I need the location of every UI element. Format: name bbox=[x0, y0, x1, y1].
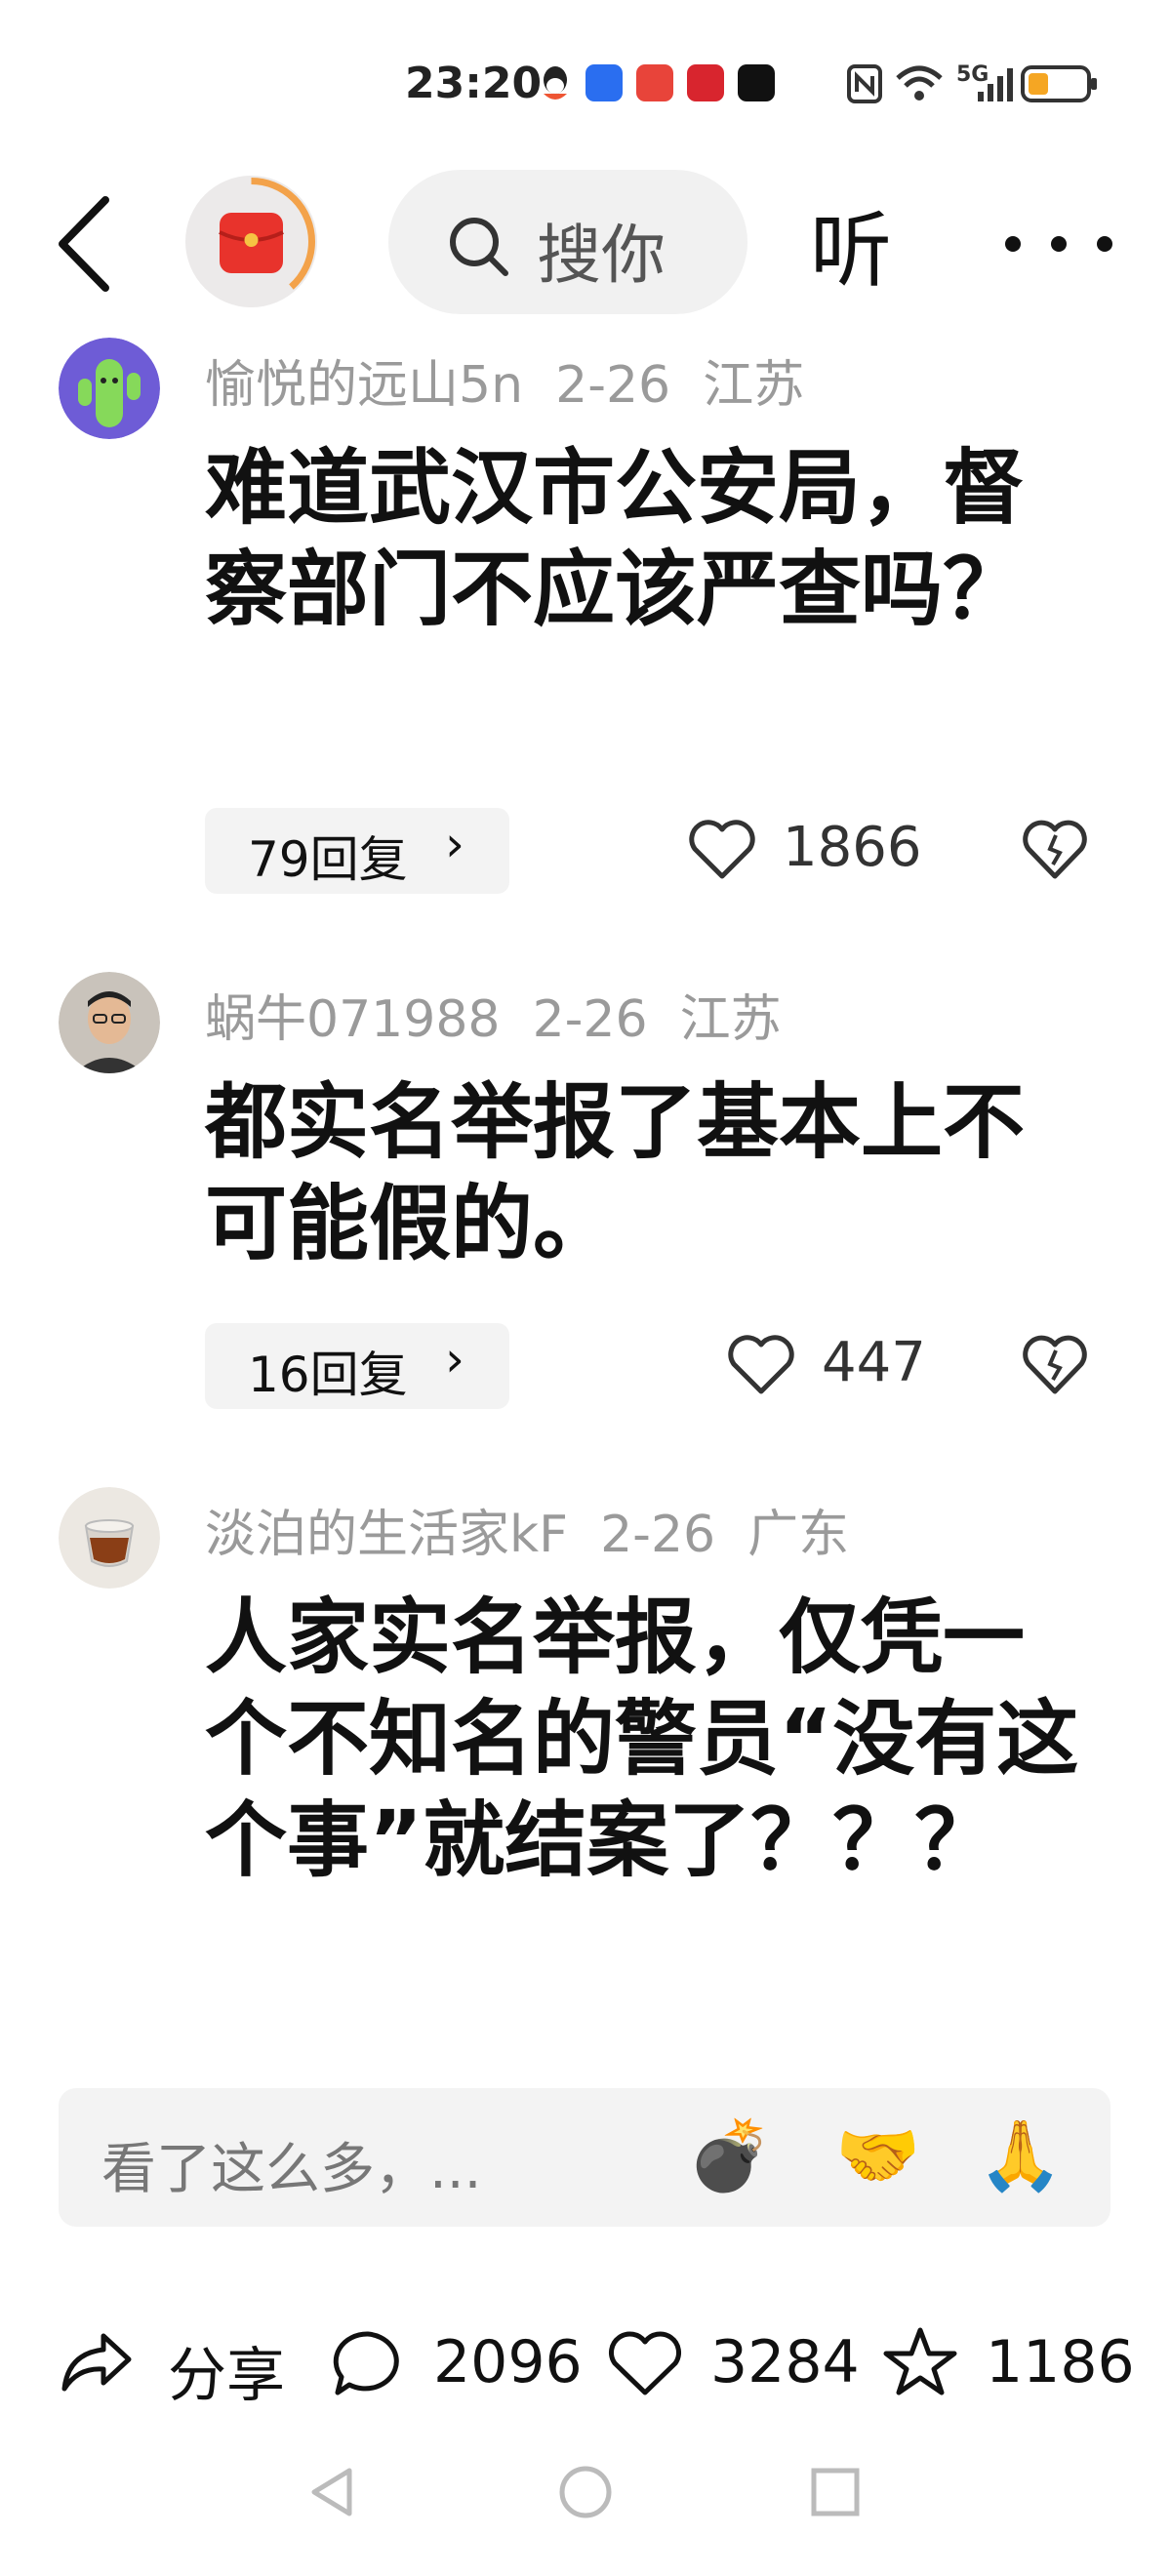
comment-location: 广东 bbox=[747, 1506, 850, 1564]
dislike-broken-heart-icon[interactable] bbox=[1021, 818, 1089, 882]
listen-button[interactable]: 听 bbox=[810, 185, 892, 303]
comment-meta: 淡泊的生活家kF 2-26 广东 bbox=[205, 1493, 849, 1566]
like-icon[interactable] bbox=[687, 820, 757, 882]
more-icon bbox=[1005, 236, 1112, 252]
bomb-emoji-button[interactable]: 💣 bbox=[687, 2115, 772, 2196]
handshake-emoji-button[interactable]: 🤝 bbox=[835, 2115, 920, 2196]
like-count: 1866 bbox=[783, 816, 922, 879]
avatar[interactable] bbox=[59, 972, 160, 1073]
comment-text: 难道武汉市公安局，督察部门不应该严查吗？ bbox=[205, 440, 1026, 637]
star-icon[interactable] bbox=[882, 2326, 958, 2396]
battery-icon bbox=[1021, 64, 1099, 103]
search-icon bbox=[450, 218, 508, 276]
likes-count[interactable]: 3284 bbox=[710, 2328, 860, 2396]
comment-location: 江苏 bbox=[703, 356, 805, 415]
app-notification-icon bbox=[636, 64, 673, 101]
search-text: 搜你 bbox=[537, 218, 666, 293]
share-icon[interactable] bbox=[59, 2326, 135, 2396]
like-icon[interactable] bbox=[726, 1335, 796, 1397]
status-time: 23:20 bbox=[405, 59, 543, 108]
chevron-right-icon: › bbox=[445, 816, 464, 872]
comment-meta: 愉悦的远山5n 2-26 江苏 bbox=[205, 343, 804, 417]
like-icon[interactable] bbox=[607, 2330, 683, 2400]
replies-count: 16回复 bbox=[248, 1347, 408, 1403]
tiktok-notification-icon bbox=[738, 64, 775, 101]
comment-input-placeholder: 看了这么多，... bbox=[101, 2138, 482, 2201]
app-notification-icon bbox=[687, 64, 724, 101]
pray-emoji-button[interactable]: 🙏 bbox=[978, 2115, 1063, 2196]
nav-home-icon[interactable] bbox=[556, 2463, 615, 2521]
comment-location: 江苏 bbox=[679, 990, 782, 1049]
avatar[interactable] bbox=[59, 1487, 160, 1589]
comment-date: 2-26 bbox=[600, 1506, 716, 1564]
more-button[interactable] bbox=[995, 215, 1122, 273]
nav-back-icon[interactable] bbox=[304, 2463, 363, 2521]
replies-button[interactable]: 79回复 › bbox=[205, 808, 509, 894]
qq-notification-icon bbox=[539, 64, 572, 103]
comment-date: 2-26 bbox=[555, 356, 671, 415]
app-notification-icon bbox=[586, 64, 623, 101]
comment-input[interactable]: 看了这么多，... 💣 🤝 🙏 bbox=[59, 2088, 1110, 2227]
replies-button[interactable]: 16回复 › bbox=[205, 1323, 509, 1409]
comment-username[interactable]: 愉悦的远山5n bbox=[205, 356, 523, 415]
chevron-left-icon bbox=[59, 196, 109, 292]
wifi-icon bbox=[894, 62, 945, 105]
replies-count: 79回复 bbox=[248, 831, 408, 888]
comment-username[interactable]: 淡泊的生活家kF bbox=[205, 1506, 568, 1564]
share-button[interactable]: 分享 bbox=[168, 2328, 285, 2413]
comments-count[interactable]: 2096 bbox=[433, 2328, 583, 2396]
nfc-icon bbox=[847, 64, 882, 103]
comment-text: 人家实名举报，仅凭一个不知名的警员“没有这个事”就结案了？？？ bbox=[205, 1590, 1079, 1888]
comment-date: 2-26 bbox=[532, 990, 648, 1049]
search-box[interactable]: 搜你 bbox=[388, 170, 747, 314]
comment-icon[interactable] bbox=[330, 2328, 406, 2398]
chevron-right-icon: › bbox=[445, 1331, 464, 1388]
comment-meta: 蜗牛071988 2-26 江苏 bbox=[205, 978, 782, 1051]
dislike-broken-heart-icon[interactable] bbox=[1021, 1333, 1089, 1397]
like-count: 447 bbox=[822, 1331, 926, 1394]
comment-username[interactable]: 蜗牛071988 bbox=[205, 990, 501, 1049]
cellular-signal-icon bbox=[976, 64, 1015, 103]
comment-text: 都实名举报了基本上不可能假的。 bbox=[205, 1074, 1026, 1271]
avatar[interactable] bbox=[59, 338, 160, 439]
favorites-count[interactable]: 1186 bbox=[986, 2328, 1135, 2396]
back-button[interactable] bbox=[49, 190, 127, 298]
nav-recents-icon[interactable] bbox=[806, 2463, 865, 2521]
red-packet-button[interactable] bbox=[185, 176, 317, 307]
